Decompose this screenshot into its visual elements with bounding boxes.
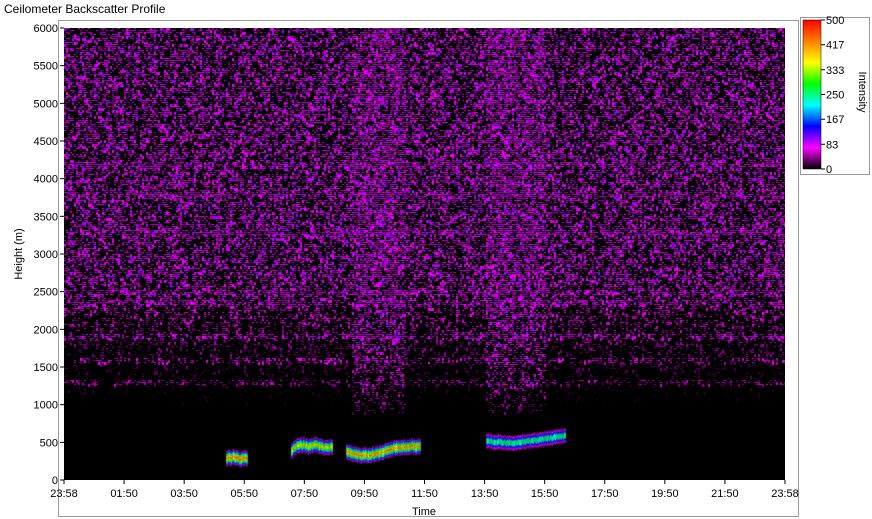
heatmap-chart[interactable]: 0500100015002000250030003500400045005000… [0,0,872,519]
y-tick-label: 5000 [34,98,58,110]
colorbar: 500 417 333 250 167 83 0 Intensity [802,15,868,176]
colorbar-tick-label: 83 [826,139,838,151]
x-tick-label: 13:50 [471,488,499,500]
x-axis: 23:58 01:50 03:50 05:50 07:50 09:50 11:50 13:50… [50,480,799,500]
y-tick-label: 5500 [34,61,58,73]
y-tick-label: 4500 [34,136,58,148]
colorbar-label: Intensity [856,72,868,113]
x-tick-label: 15:50 [531,488,559,500]
y-tick-label: 1000 [34,400,58,412]
plot-area[interactable] [64,28,785,480]
y-tick-label: 1500 [34,362,58,374]
colorbar-tick-label: 167 [826,114,844,126]
y-axis: 0 500 1000 1500 2000 2500 3000 3500 4000 4500 5000… [34,23,64,487]
colorbar-tick-label: 250 [826,90,844,102]
y-tick-label: 2000 [34,324,58,336]
y-axis-label: Height (m) [13,228,25,279]
y-tick-label: 3500 [34,211,58,223]
x-tick-label: 11:50 [411,488,438,500]
x-tick-label: 07:50 [291,488,319,500]
y-tick-label: 2500 [34,287,58,299]
colorbar-ticks: 500 417 333 250 167 83 0 [821,15,844,176]
colorbar-tick-label: 500 [826,15,844,27]
colorbar-tick-label: 333 [826,65,844,77]
x-tick-label: 17:50 [591,488,619,500]
y-tick-label: 3000 [34,249,58,261]
y-tick-label: 4000 [34,174,58,186]
x-tick-label: 23:58 [771,488,799,500]
x-tick-label: 05:50 [230,488,258,500]
x-tick-label: 09:50 [351,488,379,500]
colorbar-gradient [802,19,822,170]
x-tick-label: 03:50 [170,488,198,500]
y-tick-label: 6000 [34,23,58,35]
x-tick-label: 19:50 [651,488,679,500]
y-tick-label: 500 [40,437,58,449]
x-tick-label: 23:58 [50,488,78,500]
x-tick-label: 21:50 [711,488,739,500]
heatmap-cells [64,28,785,480]
x-axis-label: Time [412,506,436,518]
colorbar-tick-label: 0 [826,164,832,176]
x-tick-label: 01:50 [110,488,138,500]
colorbar-tick-label: 417 [826,40,844,52]
y-tick-label: 0 [52,475,58,487]
heatmap-image [64,28,785,480]
